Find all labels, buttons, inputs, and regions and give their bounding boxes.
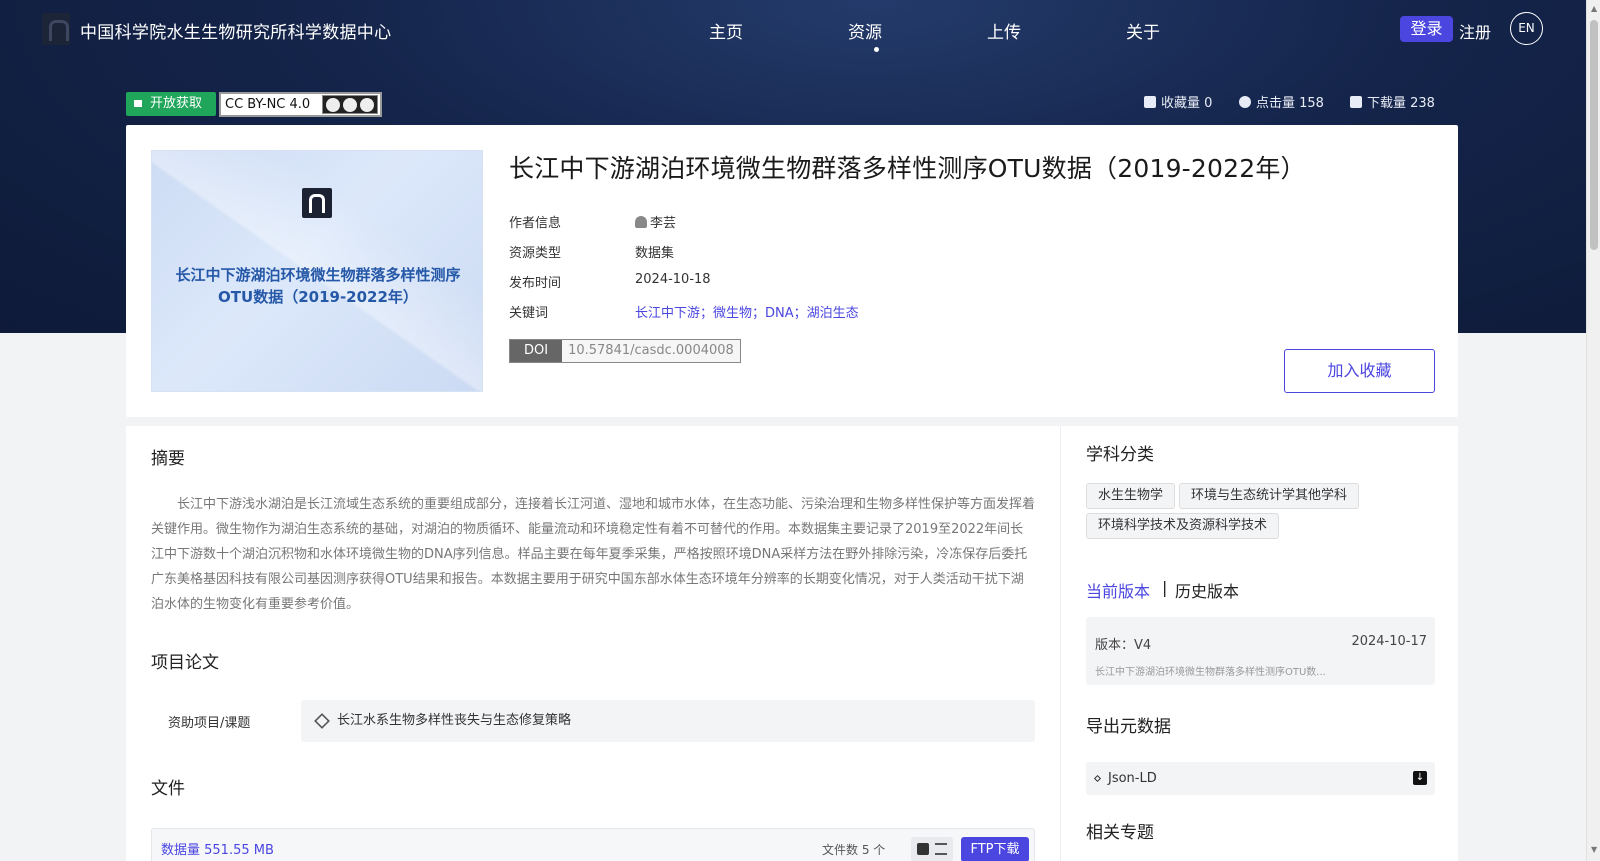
unlock-icon xyxy=(134,100,142,107)
main-content-panel: 摘要 长江中下游浅水湖泊是长江流域生态系统的重要组成部分，连接着长江河道、湿地和… xyxy=(126,426,1060,861)
export-format-label: Json-LD xyxy=(1108,771,1157,786)
project-label: 资助项目/课题 xyxy=(168,716,251,731)
cc-license-icon xyxy=(322,95,378,114)
eye-icon xyxy=(1239,96,1251,108)
subject-heading: 学科分类 xyxy=(1086,445,1154,465)
files-count: 文件数 5 个 xyxy=(822,843,886,857)
download-icon xyxy=(1350,96,1362,108)
subject-tag[interactable]: 水生生物学 xyxy=(1086,483,1176,509)
scroll-down-arrow-icon[interactable]: ▼ xyxy=(1591,845,1597,854)
scrollbar-thumb[interactable] xyxy=(1590,20,1598,250)
version-description: 长江中下游湖泊环境微生物群落多样性测序OTU数... xyxy=(1095,667,1326,678)
doi-value[interactable]: 10.57841/casdc.0004008 xyxy=(562,340,740,362)
download-icon[interactable]: ↓ xyxy=(1413,771,1427,785)
tab-current-version[interactable]: 当前版本 xyxy=(1086,578,1150,602)
project-item[interactable]: 长江水系生物多样性丧失与生态修复策略 xyxy=(301,700,1035,742)
site-logo-icon[interactable] xyxy=(42,13,70,45)
login-button[interactable]: 登录 xyxy=(1400,16,1453,42)
abstract-heading: 摘要 xyxy=(151,449,185,469)
abstract-text: 长江中下游浅水湖泊是长江流域生态系统的重要组成部分，连接着长江河道、湿地和城市水… xyxy=(151,497,1036,612)
keywords-value[interactable]: 长江中下游；微生物；DNA；湖泊生态 xyxy=(635,302,859,321)
active-nav-indicator xyxy=(874,47,879,52)
version-tab-separator: | xyxy=(1162,578,1168,597)
dataset-card: 长江中下游湖泊环境微生物群落多样性测序OTU数据（2019-2022年） 长江中… xyxy=(126,125,1458,417)
views-stat: 点击量 158 xyxy=(1239,92,1324,111)
license-label: CC BY-NC 4.0 xyxy=(225,97,311,112)
cover-logo-icon xyxy=(302,188,332,218)
version-date: 2024-10-17 xyxy=(1351,634,1427,649)
page-scrollbar[interactable]: ▲ ▼ xyxy=(1586,0,1600,861)
version-label: 版本：V4 xyxy=(1095,638,1152,653)
person-icon xyxy=(635,216,647,228)
list-view-icon[interactable] xyxy=(935,843,947,855)
scroll-up-arrow-icon[interactable]: ▲ xyxy=(1591,4,1597,13)
type-label: 资源类型 xyxy=(509,246,562,261)
sidebar-panel: 学科分类 水生生物学 环境与生态统计学其他学科 环境科学技术及资源科学技术 当前… xyxy=(1060,426,1458,861)
open-access-label: 开放获取 xyxy=(150,96,203,111)
dataset-title: 长江中下游湖泊环境微生物群落多样性测序OTU数据（2019-2022年） xyxy=(509,154,1306,183)
downloads-stat: 下载量 238 xyxy=(1350,92,1435,111)
date-value: 2024-10-18 xyxy=(635,272,711,287)
export-format-select[interactable]: Json-LD ↓ xyxy=(1086,762,1435,795)
files-heading: 文件 xyxy=(151,779,185,799)
diamond-icon xyxy=(1093,774,1102,783)
layers-icon xyxy=(314,713,330,729)
author-label: 作者信息 xyxy=(509,216,562,231)
open-access-badge: 开放获取 xyxy=(126,92,216,116)
version-card[interactable]: 版本：V4 2024-10-17 长江中下游湖泊环境微生物群落多样性测序OTU数… xyxy=(1086,617,1435,685)
site-name[interactable]: 中国科学院水生生物研究所科学数据中心 xyxy=(80,18,391,43)
files-toolbar: 数据量 551.55 MB 文件数 5 个 FTP下载 xyxy=(151,828,1035,861)
language-toggle-button[interactable]: EN xyxy=(1510,12,1543,45)
keywords-label: 关键词 xyxy=(509,306,549,321)
top-navigation: 中国科学院水生生物研究所科学数据中心 主页 资源 上传 关于 登录 注册 EN xyxy=(0,0,1586,58)
author-name[interactable]: 李芸 xyxy=(650,216,676,231)
author-value[interactable]: 李芸 xyxy=(635,212,676,231)
nav-about[interactable]: 关于 xyxy=(1126,18,1160,43)
dataset-cover-image: 长江中下游湖泊环境微生物群落多样性测序OTU数据（2019-2022年） xyxy=(151,150,483,392)
nav-upload[interactable]: 上传 xyxy=(987,18,1021,43)
register-link[interactable]: 注册 xyxy=(1459,19,1491,43)
nav-home[interactable]: 主页 xyxy=(709,18,743,43)
grid-view-icon[interactable] xyxy=(917,843,929,855)
view-toggle[interactable] xyxy=(911,837,953,861)
views-count: 点击量 158 xyxy=(1256,96,1324,111)
nav-resources[interactable]: 资源 xyxy=(848,18,882,43)
downloads-count: 下载量 238 xyxy=(1367,96,1435,111)
type-value: 数据集 xyxy=(635,246,675,261)
ftp-download-button[interactable]: FTP下载 xyxy=(961,837,1029,861)
subject-tag[interactable]: 环境与生态统计学其他学科 xyxy=(1179,483,1360,509)
project-name[interactable]: 长江水系生物多样性丧失与生态修复策略 xyxy=(337,713,571,728)
tab-history-version[interactable]: 历史版本 xyxy=(1175,578,1239,602)
add-to-favorites-button[interactable]: 加入收藏 xyxy=(1284,349,1435,393)
subject-tag[interactable]: 环境科学技术及资源科学技术 xyxy=(1086,513,1280,539)
favorites-count: 收藏量 0 xyxy=(1161,96,1213,111)
files-size: 数据量 551.55 MB xyxy=(161,843,274,858)
license-badge[interactable]: CC BY-NC 4.0 xyxy=(219,92,382,117)
export-heading: 导出元数据 xyxy=(1086,717,1171,737)
doi-tag: DOI xyxy=(510,340,563,362)
bookmark-icon xyxy=(1144,96,1156,108)
doi-badge[interactable]: DOI 10.57841/casdc.0004008 xyxy=(509,339,741,363)
favorites-stat: 收藏量 0 xyxy=(1144,92,1212,111)
cover-title: 长江中下游湖泊环境微生物群落多样性测序OTU数据（2019-2022年） xyxy=(175,266,461,306)
related-topics-heading: 相关专题 xyxy=(1086,823,1154,843)
project-heading: 项目论文 xyxy=(151,653,219,673)
date-label: 发布时间 xyxy=(509,276,562,291)
